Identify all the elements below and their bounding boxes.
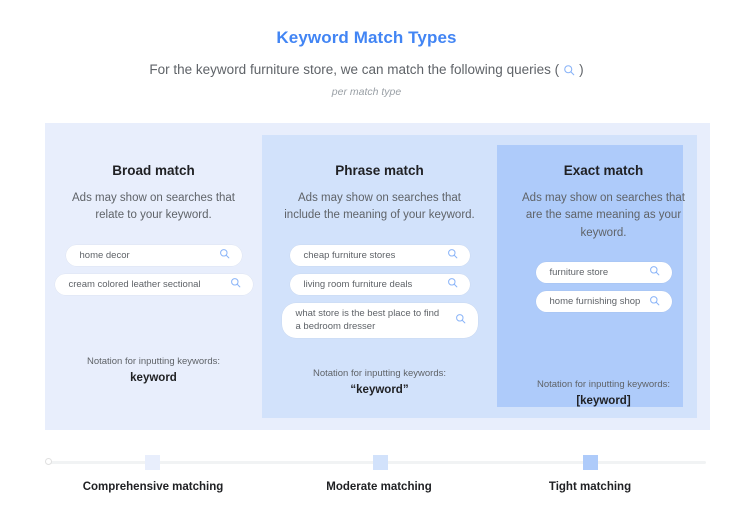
query-pill[interactable]: cream colored leather sectional [54,273,253,296]
matching-spectrum-axis: Comprehensive matching Moderate matching… [45,455,710,505]
search-icon[interactable] [649,295,660,309]
query-text: furniture store [549,266,609,278]
page-subtitle: For the keyword furniture store, we can … [0,62,733,77]
query-pill[interactable]: what store is the best place to find a b… [281,303,478,338]
query-text: what store is the best place to find a b… [295,308,440,333]
query-pill[interactable]: furniture store [535,261,672,284]
axis-marker-tight [583,455,598,470]
query-list-broad: home decor cream colored leather section… [45,244,262,296]
column-description-broad: Ads may show on searches that relate to … [72,192,235,222]
query-text: cheap furniture stores [303,249,396,261]
query-pill[interactable]: home decor [65,244,242,266]
query-text: living room furniture deals [303,278,413,290]
notation-value: “keyword” [350,384,409,396]
subtitle-text-before: For the keyword furniture store, we can … [149,62,560,77]
query-text: cream colored leather sectional [68,278,201,290]
notation-label: Notation for inputting keywords: [312,368,447,379]
column-title-broad: Broad match [112,163,195,178]
query-list-exact: furniture store home furnishing shop [497,261,710,313]
query-pill[interactable]: living room furniture deals [289,273,470,296]
search-icon[interactable] [447,277,458,291]
axis-marker-moderate [373,455,388,470]
axis-start-marker [45,458,52,465]
notation-value: keyword [130,372,177,384]
axis-label-tight: Tight matching [548,481,632,493]
search-icon[interactable] [230,277,241,291]
search-icon [563,64,575,76]
search-icon[interactable] [455,313,466,327]
column-description-phrase: Ads may show on searches that include th… [284,192,475,222]
header: Keyword Match Types For the keyword furn… [0,0,733,98]
query-list-phrase: cheap furniture stores living room furni… [262,244,497,338]
column-title-phrase: Phrase match [335,163,424,178]
column-title-exact: Exact match [563,163,644,178]
axis-label-moderate: Moderate matching [326,481,432,493]
notation-phrase: Notation for inputting keywords: “keywor… [313,368,446,430]
column-broad-match: Broad match Ads may show on searches tha… [45,123,262,430]
query-pill[interactable]: home furnishing shop [535,291,672,313]
search-icon[interactable] [219,248,230,262]
page-subnote: per match type [331,86,402,98]
notation-label: Notation for inputting keywords: [536,379,671,390]
column-phrase-match: Phrase match Ads may show on searches th… [262,123,497,430]
notation-value: [keyword] [576,395,631,407]
axis-label-comprehensive: Comprehensive matching [82,481,224,493]
notation-exact: Notation for inputting keywords: [keywor… [537,379,670,430]
search-icon[interactable] [447,248,458,262]
column-description-exact: Ads may show on searches that are the sa… [522,192,685,239]
column-exact-match: Exact match Ads may show on searches tha… [497,123,710,430]
notation-broad: Notation for inputting keywords: keyword [87,356,220,430]
query-text: home furnishing shop [549,296,641,308]
query-pill[interactable]: cheap furniture stores [289,244,470,266]
subtitle-text-after: ) [579,62,584,77]
query-text: home decor [79,249,130,261]
page-title: Keyword Match Types [276,28,457,47]
axis-marker-comprehensive [145,455,160,470]
match-type-columns: Broad match Ads may show on searches tha… [45,123,710,430]
notation-label: Notation for inputting keywords: [86,356,221,367]
search-icon[interactable] [649,265,660,279]
